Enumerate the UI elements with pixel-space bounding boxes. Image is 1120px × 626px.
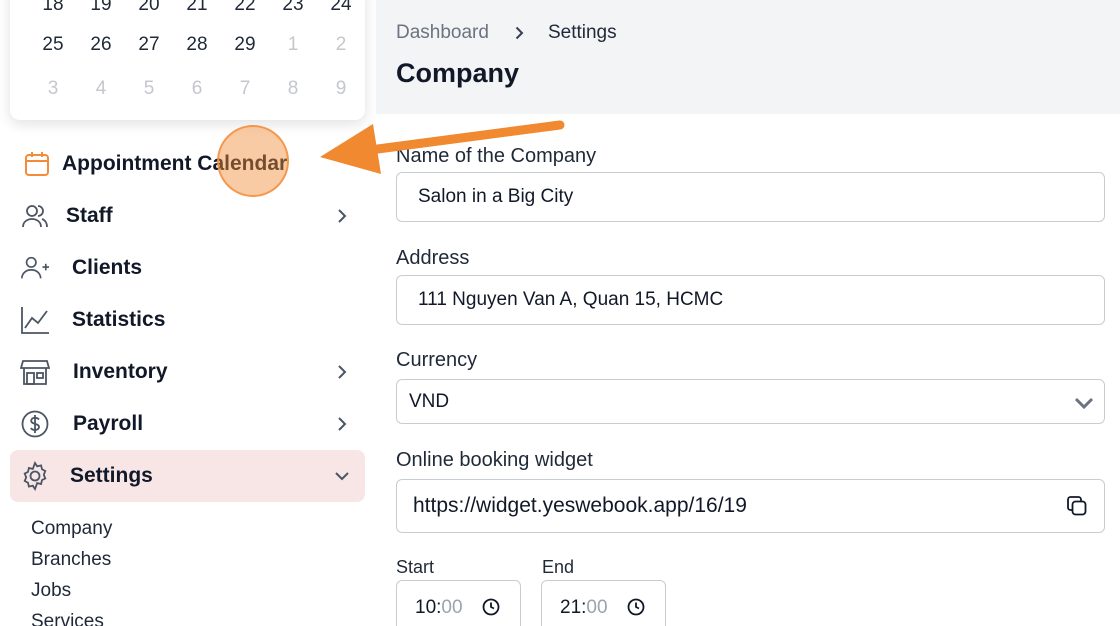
calendar-week-row: 25 26 27 28 29 1 2: [29, 34, 365, 56]
start-minute: 00: [441, 597, 463, 618]
calendar-day[interactable]: 5: [125, 78, 173, 100]
calendar-day[interactable]: 26: [77, 34, 125, 56]
sidebar-item-label: Statistics: [72, 308, 166, 331]
calendar-day[interactable]: 18: [29, 0, 77, 16]
calendar-icon: [22, 149, 52, 179]
widget-url-input[interactable]: https://widget.yeswebook.app/16/19: [396, 479, 1105, 533]
sidebar-item-clients[interactable]: Clients: [10, 242, 365, 294]
sidebar-item-label: Staff: [66, 204, 113, 227]
currency-value: VND: [409, 390, 450, 412]
sidebar-subitem-services[interactable]: Services: [31, 611, 104, 626]
company-name-input[interactable]: Salon in a Big City: [396, 172, 1105, 222]
sidebar-item-staff[interactable]: Staff: [10, 190, 365, 242]
sidebar-item-settings[interactable]: Settings: [10, 450, 365, 502]
company-name-value: Salon in a Big City: [418, 186, 574, 207]
end-time-input[interactable]: 21: 00: [541, 580, 666, 626]
chevron-right-icon: [335, 417, 349, 431]
calendar-day[interactable]: 1: [269, 34, 317, 56]
end-minute: 00: [586, 597, 608, 618]
store-icon: [20, 357, 50, 387]
calendar-day[interactable]: 24: [317, 0, 365, 16]
chevron-right-icon: [515, 26, 524, 40]
main-content: Dashboard Settings Company Name of the C…: [376, 0, 1120, 626]
sidebar-item-label: Settings: [70, 464, 153, 487]
calendar-day[interactable]: 23: [269, 0, 317, 16]
calendar-day[interactable]: 4: [77, 78, 125, 100]
calendar-day[interactable]: 27: [125, 34, 173, 56]
calendar-day[interactable]: 8: [269, 78, 317, 100]
calendar-popup: 18 19 20 21 22 23 24 25 26 27 28 29 1 2 3456789: [10, 0, 365, 120]
end-time-label: End: [542, 557, 575, 577]
calendar-day[interactable]: 19: [77, 0, 125, 16]
sidebar-item-payroll[interactable]: Payroll: [10, 398, 365, 450]
currency-label: Currency: [396, 349, 478, 371]
staff-icon: [20, 201, 50, 231]
calendar-day[interactable]: 9: [317, 78, 365, 100]
sidebar-subitem-company[interactable]: Company: [31, 518, 112, 540]
address-label: Address: [396, 247, 470, 269]
start-hour: 10:: [415, 597, 442, 618]
click-highlight: [217, 125, 289, 197]
sidebar: 18 19 20 21 22 23 24 25 26 27 28 29 1 2 3456789 Appo…: [0, 0, 376, 626]
address-input[interactable]: 111 Nguyen Van A, Quan 15, HCMC: [396, 275, 1105, 325]
calendar-day[interactable]: 7: [221, 78, 269, 100]
calendar-week-row: 18 19 20 21 22 23 24: [29, 0, 365, 16]
breadcrumb: Dashboard Settings: [396, 22, 617, 44]
calendar-day[interactable]: 3: [29, 78, 77, 100]
calendar-day[interactable]: 20: [125, 0, 173, 16]
page-title: Company: [396, 58, 520, 88]
calendar-day[interactable]: 21: [173, 0, 221, 16]
address-value: 111 Nguyen Van A, Quan 15, HCMC: [418, 289, 724, 310]
breadcrumb-dashboard-link[interactable]: Dashboard: [396, 22, 489, 44]
calendar-day[interactable]: 6: [173, 78, 221, 100]
calendar-day[interactable]: 22: [221, 0, 269, 16]
sidebar-item-appointment-calendar[interactable]: Appointment Calendar: [10, 138, 365, 190]
sidebar-item-statistics[interactable]: Statistics: [10, 294, 365, 346]
clock-icon: [627, 598, 645, 622]
company-form: Name of the Company Salon in a Big City …: [376, 114, 1120, 626]
sidebar-subitem-branches[interactable]: Branches: [31, 549, 111, 571]
chevron-down-icon: [335, 469, 349, 483]
gear-icon: [20, 461, 50, 491]
widget-url-value: https://widget.yeswebook.app/16/19: [413, 494, 747, 517]
calendar-week-row: 3456789: [29, 78, 365, 100]
sidebar-item-label: Clients: [72, 256, 143, 279]
calendar-day[interactable]: 2: [317, 34, 365, 56]
calendar-day[interactable]: 28: [173, 34, 221, 56]
start-time-label: Start: [396, 557, 435, 577]
calendar-day[interactable]: 25: [29, 34, 77, 56]
sidebar-item-inventory[interactable]: Inventory: [10, 346, 365, 398]
dollar-icon: [20, 409, 50, 439]
copy-icon[interactable]: [1066, 495, 1088, 523]
calendar-day[interactable]: 29: [221, 34, 269, 56]
start-time-input[interactable]: 10: 00: [396, 580, 521, 626]
breadcrumb-current: Settings: [547, 22, 617, 43]
chevron-down-icon: [1074, 394, 1094, 416]
chevron-right-icon: [335, 365, 349, 379]
add-user-icon: [20, 253, 50, 283]
sidebar-subitem-jobs[interactable]: Jobs: [31, 580, 71, 602]
sidebar-item-label: Payroll: [73, 412, 144, 435]
chevron-right-icon: [335, 209, 349, 223]
sidebar-item-label: Inventory: [73, 360, 168, 383]
end-hour: 21:: [560, 597, 587, 618]
chart-icon: [20, 305, 50, 335]
company-name-label: Name of the Company: [396, 145, 597, 167]
currency-select[interactable]: VND: [396, 379, 1105, 424]
widget-label: Online booking widget: [396, 449, 593, 471]
clock-icon: [482, 598, 500, 622]
